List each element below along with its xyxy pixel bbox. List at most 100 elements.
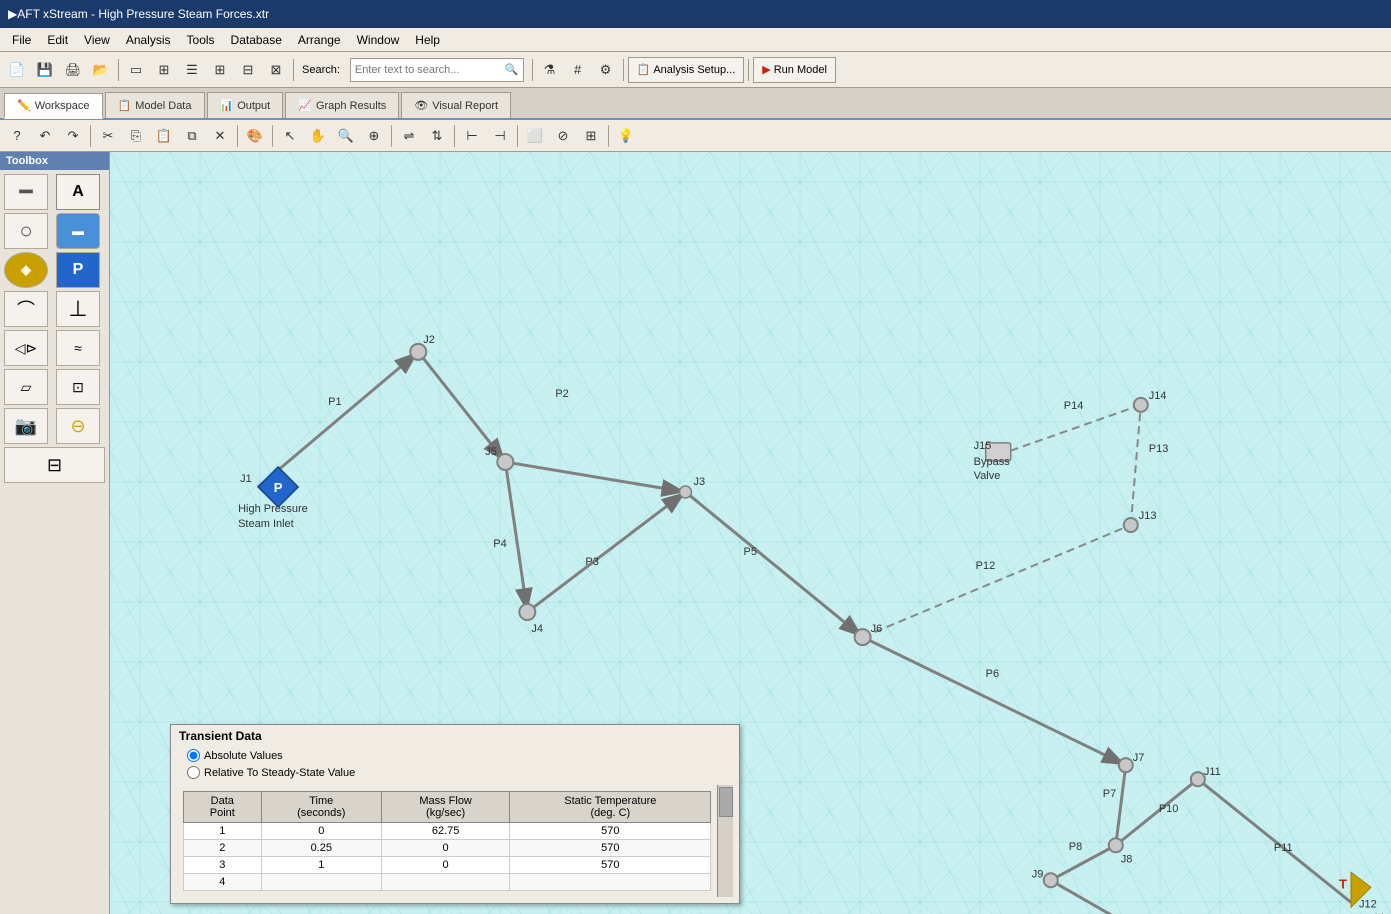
pipe-label-P13: P13 bbox=[1149, 443, 1169, 455]
find-button[interactable]: ⊕ bbox=[361, 123, 387, 149]
gauge-tool[interactable]: ⊖ bbox=[56, 408, 100, 444]
tab-visual-report[interactable]: 👁 Visual Report bbox=[401, 92, 511, 118]
node-J8[interactable] bbox=[1109, 838, 1123, 852]
tab-workspace[interactable]: ✏️ Workspace bbox=[4, 93, 103, 119]
pipe-P1[interactable] bbox=[258, 352, 418, 487]
flow-control-tool[interactable]: ◈ bbox=[4, 252, 48, 288]
flip-v-button[interactable]: ⇅ bbox=[424, 123, 450, 149]
menu-database[interactable]: Database bbox=[223, 31, 290, 49]
search-input[interactable] bbox=[355, 64, 505, 76]
pipe-tool[interactable]: ━ bbox=[4, 174, 48, 210]
flip-h-button[interactable]: ⇌ bbox=[396, 123, 422, 149]
cut-button[interactable]: ✂ bbox=[95, 123, 121, 149]
camera-tool[interactable]: 📷 bbox=[4, 408, 48, 444]
node-J9[interactable] bbox=[1044, 873, 1058, 887]
flask-button[interactable]: ⚗ bbox=[537, 57, 563, 83]
tee-tool[interactable]: ⊥ bbox=[56, 291, 100, 327]
table-row: 4 bbox=[184, 874, 711, 891]
connector-tool[interactable]: ⊟ bbox=[4, 447, 105, 483]
expand-button[interactable]: ⊠ bbox=[263, 57, 289, 83]
pipe-P8[interactable] bbox=[1051, 845, 1116, 880]
node-J3[interactable] bbox=[679, 486, 691, 498]
cylinder-tool[interactable]: ▬ bbox=[56, 213, 100, 249]
help-button[interactable]: ? bbox=[4, 123, 30, 149]
group-button[interactable]: ⬜ bbox=[522, 123, 548, 149]
search-icon[interactable]: 🔍 bbox=[505, 63, 519, 76]
list-button[interactable]: ☰ bbox=[179, 57, 205, 83]
align-right-button[interactable]: ⊣ bbox=[487, 123, 513, 149]
node-J7[interactable] bbox=[1119, 758, 1133, 772]
menu-help[interactable]: Help bbox=[407, 31, 448, 49]
delete-button[interactable]: ✕ bbox=[207, 123, 233, 149]
light-button[interactable]: 💡 bbox=[613, 123, 639, 149]
radio-relative[interactable] bbox=[187, 766, 200, 779]
node-J4[interactable] bbox=[519, 604, 535, 620]
table-button[interactable]: ⊟ bbox=[235, 57, 261, 83]
pipe-P10[interactable] bbox=[1116, 779, 1198, 845]
analysis-setup-button[interactable]: 📋 Analysis Setup... bbox=[628, 57, 745, 83]
menu-edit[interactable]: Edit bbox=[39, 31, 76, 49]
circle-tool[interactable]: ○ bbox=[4, 213, 48, 249]
align-left-button[interactable]: ⊢ bbox=[459, 123, 485, 149]
radio-absolute[interactable] bbox=[187, 749, 200, 762]
chart-button[interactable]: # bbox=[565, 57, 591, 83]
tab-model-data[interactable]: 📋 Model Data bbox=[105, 92, 205, 118]
text-tool[interactable]: A bbox=[56, 174, 100, 210]
node-J11[interactable] bbox=[1191, 772, 1205, 786]
pan-button[interactable]: ✋ bbox=[305, 123, 331, 149]
menu-view[interactable]: View bbox=[76, 31, 118, 49]
print-button[interactable]: 🖨 bbox=[60, 57, 86, 83]
color-button[interactable]: 🎨 bbox=[242, 123, 268, 149]
valve-tool[interactable]: ◁⊳ bbox=[4, 330, 48, 366]
tab-graph-results[interactable]: 📈 Graph Results bbox=[285, 92, 399, 118]
run-model-button[interactable]: ▶ Run Model bbox=[753, 57, 836, 83]
node-J6[interactable] bbox=[855, 629, 871, 645]
copy-button[interactable]: ⎘ bbox=[123, 123, 149, 149]
pipe-P3[interactable] bbox=[505, 462, 685, 492]
box-tool[interactable]: ⊡ bbox=[56, 369, 100, 405]
menu-analysis[interactable]: Analysis bbox=[118, 31, 179, 49]
gear-button[interactable]: ⚙ bbox=[593, 57, 619, 83]
table-scrollbar[interactable] bbox=[717, 785, 733, 897]
pump-tool[interactable]: P bbox=[56, 252, 100, 288]
clone-button[interactable]: ⧉ bbox=[179, 123, 205, 149]
new-button[interactable]: 📄 bbox=[4, 57, 30, 83]
node-J5[interactable] bbox=[497, 454, 513, 470]
rect-button[interactable]: ▭ bbox=[123, 57, 149, 83]
menu-arrange[interactable]: Arrange bbox=[290, 31, 349, 49]
zoom-button[interactable]: 🔍 bbox=[333, 123, 359, 149]
menu-window[interactable]: Window bbox=[349, 31, 408, 49]
node-J14[interactable] bbox=[1134, 398, 1148, 412]
block-button[interactable]: ⊘ bbox=[550, 123, 576, 149]
canvas-area[interactable]: P T T P1 P2 P4 P3 P5 P6 P7 P8 P9 P10 P11… bbox=[110, 152, 1391, 914]
node-label-J13: J13 bbox=[1139, 510, 1157, 522]
open-button[interactable]: 📂 bbox=[88, 57, 114, 83]
grid-button[interactable]: ⊞ bbox=[207, 57, 233, 83]
cell-r2-c2: 0 bbox=[381, 857, 509, 874]
pipe-P5[interactable] bbox=[685, 492, 862, 637]
tab-output[interactable]: 📊 Output bbox=[207, 92, 284, 118]
pipe-P12[interactable] bbox=[863, 525, 1131, 637]
pipe-P7[interactable] bbox=[1116, 765, 1126, 845]
bend-tool[interactable]: ⌒ bbox=[4, 291, 48, 327]
save-button[interactable]: 💾 bbox=[32, 57, 58, 83]
menu-file[interactable]: File bbox=[4, 31, 39, 49]
redo-button[interactable]: ↷ bbox=[60, 123, 86, 149]
node-J13[interactable] bbox=[1124, 518, 1138, 532]
node-J2[interactable] bbox=[410, 344, 426, 360]
layer-button[interactable]: ⊞ bbox=[578, 123, 604, 149]
pipe-P9[interactable] bbox=[1051, 880, 1263, 914]
pipe-P4[interactable] bbox=[505, 462, 527, 612]
pipe-P13[interactable] bbox=[1131, 405, 1141, 525]
pipe-P6[interactable] bbox=[863, 637, 1126, 765]
paste-button[interactable]: 📋 bbox=[151, 123, 177, 149]
rect-tool[interactable]: ▱ bbox=[4, 369, 48, 405]
pipe-P14[interactable] bbox=[999, 405, 1141, 455]
select-button[interactable]: ↖ bbox=[277, 123, 303, 149]
menu-tools[interactable]: Tools bbox=[179, 31, 223, 49]
undo-button[interactable]: ↶ bbox=[32, 123, 58, 149]
split-button[interactable]: ⊞ bbox=[151, 57, 177, 83]
valve2-tool[interactable]: ≈ bbox=[56, 330, 100, 366]
pipe-P11[interactable] bbox=[1198, 779, 1351, 902]
pipe-P3b[interactable] bbox=[527, 492, 685, 612]
